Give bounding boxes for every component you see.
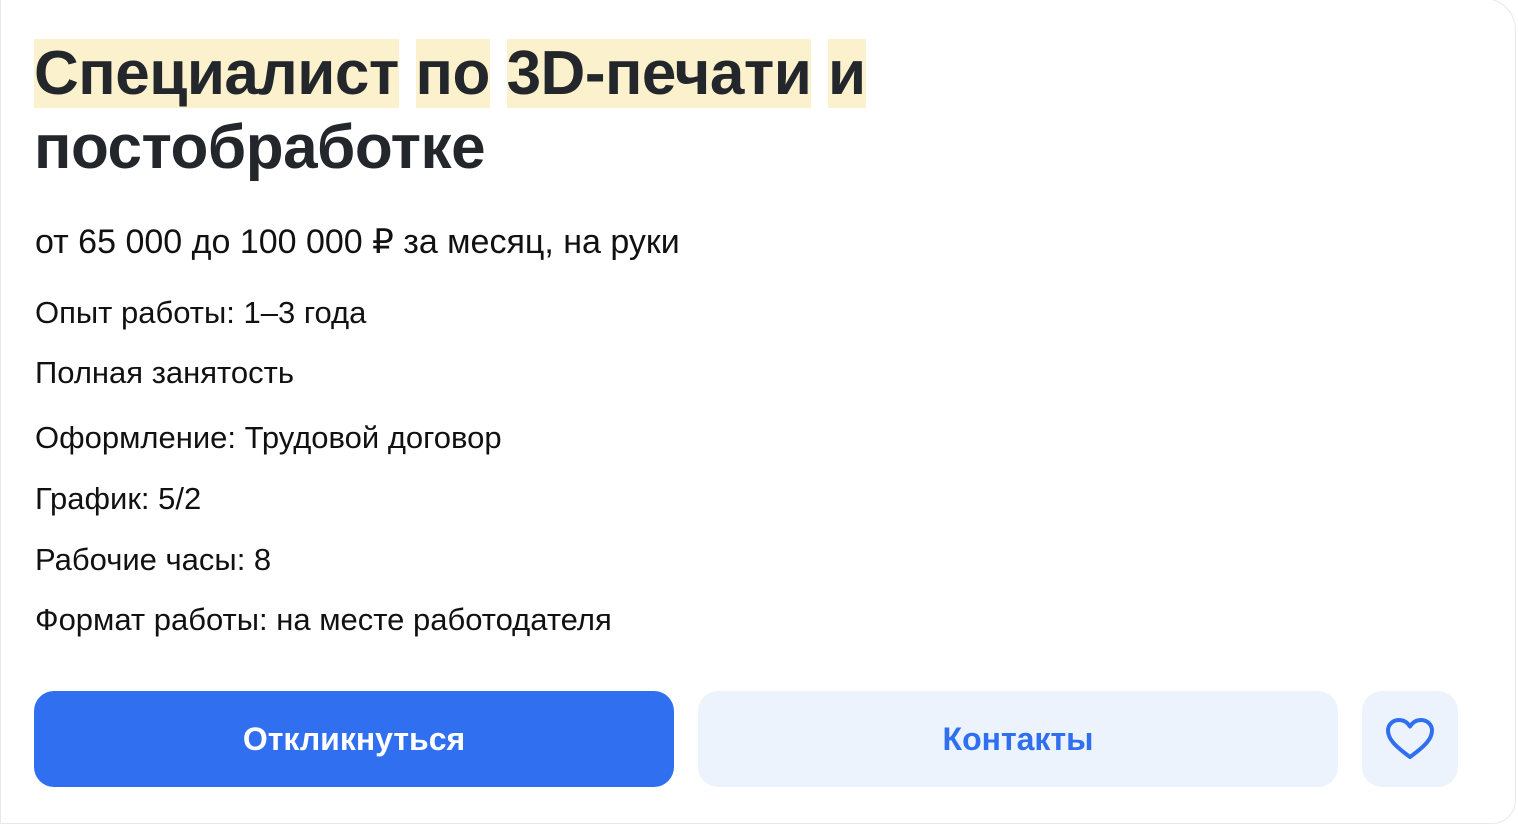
title-word-highlight: по — [415, 39, 490, 108]
title-word-highlight: и — [828, 39, 866, 108]
vacancy-title: Специалист по 3D-печати и постобработке — [34, 37, 1034, 185]
contract-type: Оформление: Трудовой договор — [35, 420, 502, 455]
work-hours: Рабочие часы: 8 — [35, 542, 272, 577]
schedule: График: 5/2 — [35, 481, 202, 516]
favorite-button[interactable] — [1362, 691, 1458, 787]
respond-button[interactable]: Откликнуться — [34, 691, 674, 787]
salary: от 65 000 до 100 000 ₽ за месяц, на руки — [35, 223, 680, 261]
employment-type: Полная занятость — [35, 355, 294, 390]
work-format: Формат работы: на месте работодателя — [35, 602, 612, 637]
contacts-button[interactable]: Контакты — [698, 691, 1338, 787]
experience: Опыт работы: 1–3 года — [35, 295, 367, 330]
title-word-highlight: 3D-печати — [506, 39, 812, 108]
vacancy-card: Специалист по 3D-печати и постобработке о… — [0, 0, 1516, 824]
title-word-highlight: Специалист — [34, 39, 399, 108]
title-line-2: постобработке — [34, 113, 486, 182]
heart-icon — [1385, 717, 1435, 761]
